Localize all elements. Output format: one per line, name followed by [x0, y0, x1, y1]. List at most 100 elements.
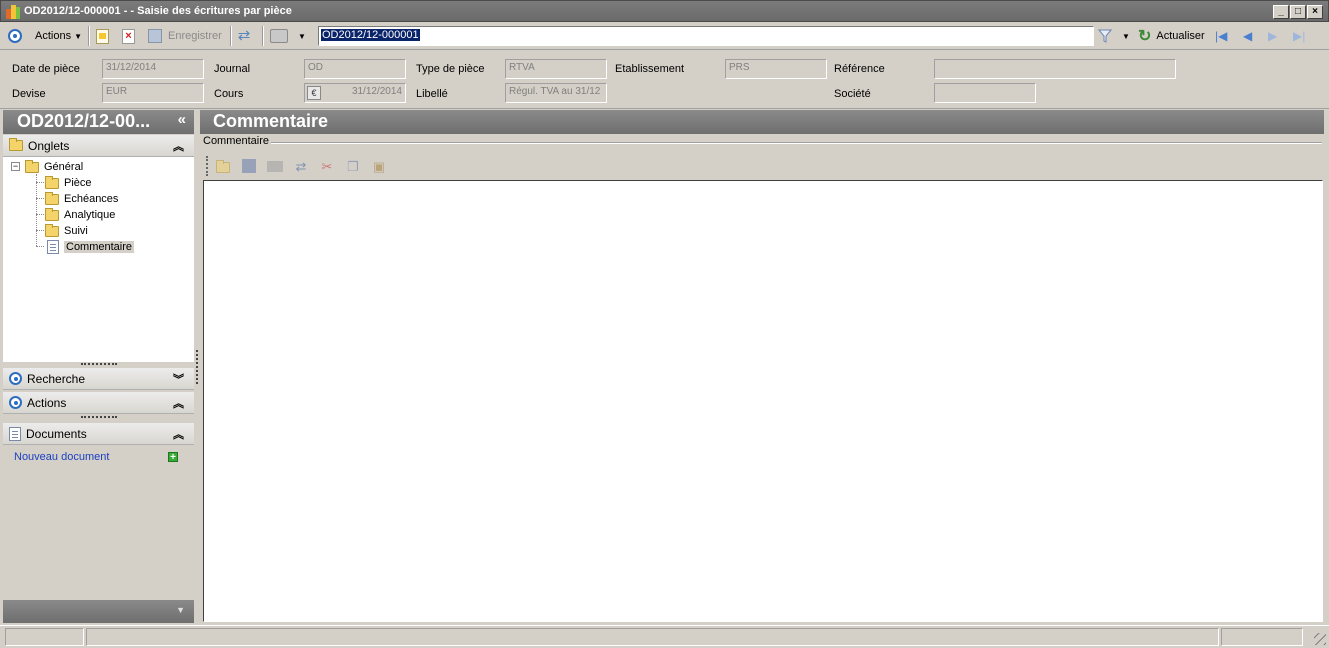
close-button[interactable]: ×: [1307, 5, 1323, 19]
last-record-icon: ▶|: [1293, 29, 1306, 43]
filter-button[interactable]: ▼: [1098, 26, 1130, 46]
toolbar-grip: [206, 156, 208, 176]
sync-icon[interactable]: ⇄: [293, 159, 309, 174]
etablissement-field[interactable]: PRS: [725, 59, 827, 79]
filter-icon: [1098, 29, 1112, 43]
journal-field[interactable]: OD: [304, 59, 406, 79]
app-icon: [6, 5, 20, 19]
libelle-field[interactable]: Régul. TVA au 31/12: [505, 83, 607, 103]
previous-record-icon: ◀: [1243, 29, 1253, 43]
last-record-button[interactable]: ▶|: [1293, 26, 1305, 46]
print-icon[interactable]: [267, 159, 283, 174]
reference-field[interactable]: [934, 59, 1176, 79]
onglets-section-header[interactable]: Onglets ︽: [3, 135, 194, 157]
euro-currency-icon: €: [307, 86, 321, 100]
cours-field[interactable]: € 31/12/2014: [304, 83, 406, 103]
paste-icon[interactable]: ▣: [371, 159, 387, 174]
first-record-button[interactable]: |◀: [1215, 26, 1227, 46]
new-document-link[interactable]: Nouveau document: [14, 451, 109, 463]
panel-splitter[interactable]: [196, 350, 198, 384]
tree-line: [36, 198, 44, 199]
actions-menu-button[interactable]: Actions ▼: [35, 26, 82, 46]
section-resize-grip[interactable]: [81, 416, 117, 419]
toolbar-separator: [262, 26, 264, 46]
tree-item-piece[interactable]: Pièce: [45, 175, 92, 191]
tree-item-analytique[interactable]: Analytique: [45, 207, 115, 223]
maximize-button[interactable]: □: [1290, 5, 1306, 19]
copy-icon[interactable]: ❐: [345, 159, 361, 174]
open-icon[interactable]: [215, 159, 231, 174]
main-content: Commentaire Commentaire ⇄ ✂ ❐ ▣: [200, 110, 1326, 623]
tree-item-label: Echéances: [64, 193, 119, 205]
section-resize-grip[interactable]: [81, 363, 117, 366]
comment-editor[interactable]: [203, 180, 1323, 622]
chevron-down-icon[interactable]: ▼: [176, 605, 185, 615]
collapse-panel-button[interactable]: «: [178, 111, 186, 128]
previous-record-button[interactable]: ◀: [1243, 26, 1252, 46]
navigation-panel-title: OD2012/12-00... «: [3, 110, 194, 134]
refresh-label: Actualiser: [1156, 30, 1205, 42]
sync-icon: ⇄: [237, 27, 251, 44]
page-title: Commentaire: [200, 110, 1324, 134]
sync-button[interactable]: ⇄: [236, 26, 252, 46]
actions-section-header[interactable]: Actions ︽: [3, 392, 194, 414]
new-document-icon: [96, 28, 109, 44]
tree-item-echeances[interactable]: Echéances: [45, 191, 118, 207]
navigation-panel: OD2012/12-00... « Onglets ︽ − Général Pi…: [3, 110, 194, 623]
search-circle-icon: [9, 372, 22, 385]
type-piece-field[interactable]: RTVA: [505, 59, 607, 79]
tree-item-label: Suivi: [64, 225, 88, 237]
tree-item-label: Pièce: [64, 177, 92, 189]
group-divider: [266, 142, 1322, 144]
tree-line: [36, 246, 44, 247]
folder-icon: [45, 175, 59, 189]
actions-menu-label: Actions: [35, 30, 72, 42]
devise-label: Devise: [12, 88, 46, 100]
folder-icon: [25, 159, 39, 173]
print-button[interactable]: ▼: [270, 26, 306, 46]
status-pane: [1221, 628, 1303, 646]
folder-icon: [45, 191, 59, 205]
cut-icon[interactable]: ✂: [319, 159, 335, 174]
printer-icon: [270, 29, 288, 43]
next-record-icon: ▶: [1268, 29, 1278, 43]
etablissement-label: Etablissement: [615, 63, 685, 75]
new-document-button[interactable]: [96, 26, 109, 46]
societe-field[interactable]: [934, 83, 1036, 103]
reference-label: Référence: [834, 63, 885, 75]
save-icon[interactable]: [241, 159, 257, 174]
search-input[interactable]: OD2012/12-000001: [318, 26, 1094, 46]
onglets-tree: − Général Pièce Echéances Analytique Sui…: [3, 157, 194, 362]
record-title: OD2012/12-00...: [17, 111, 151, 131]
folder-icon: [45, 223, 59, 237]
delete-button[interactable]: ×: [122, 26, 135, 46]
documents-section-header[interactable]: Documents ︽: [3, 423, 194, 445]
tree-item-commentaire[interactable]: Commentaire: [47, 239, 135, 255]
first-record-icon: |◀: [1215, 29, 1228, 43]
tree-collapse-toggle[interactable]: −: [11, 162, 20, 171]
next-record-button[interactable]: ▶: [1268, 26, 1277, 46]
tree-item-label: Commentaire: [64, 241, 135, 253]
minimize-button[interactable]: _: [1273, 5, 1289, 19]
refresh-button[interactable]: ↻ Actualiser: [1138, 26, 1205, 46]
devise-field[interactable]: EUR: [102, 83, 204, 103]
window-title-bar: OD2012/12-000001 - - Saisie des écriture…: [0, 0, 1329, 22]
tree-item-label: Général: [44, 161, 84, 173]
chevron-down-icon: ▼: [298, 31, 306, 41]
actions-circle-icon[interactable]: [8, 26, 22, 46]
add-icon[interactable]: +: [168, 452, 178, 463]
recherche-label: Recherche: [27, 371, 86, 386]
toolbar-separator: [88, 26, 90, 46]
cours-value: 31/12/2014: [351, 86, 402, 97]
tree-item-suivi[interactable]: Suivi: [45, 223, 88, 239]
date-piece-field[interactable]: 31/12/2014: [102, 59, 204, 79]
resize-grip[interactable]: [1314, 633, 1326, 645]
tree-item-general[interactable]: Général: [25, 159, 83, 175]
recherche-section-header[interactable]: Recherche ︾: [3, 368, 194, 390]
refresh-icon: ↻: [1138, 28, 1152, 45]
folder-icon: [9, 138, 23, 151]
cours-label: Cours: [214, 88, 244, 100]
editor-toolbar: ⇄ ✂ ❐ ▣: [205, 154, 405, 178]
save-button[interactable]: Enregistrer: [148, 26, 222, 46]
onglets-label: Onglets: [28, 138, 70, 153]
